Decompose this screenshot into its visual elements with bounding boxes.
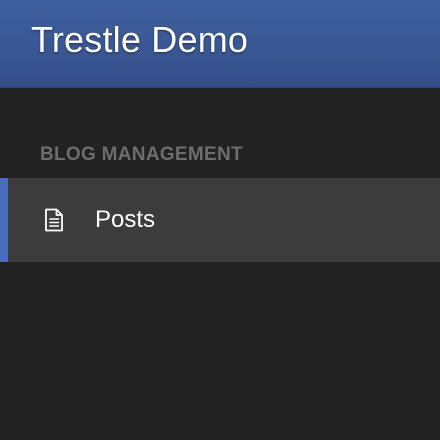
nav-section-title: BLOG MANAGEMENT (40, 144, 243, 165)
nav-item-posts[interactable]: Posts (0, 178, 440, 262)
app-header: Trestle Demo (0, 0, 440, 88)
active-nav-indicator (0, 178, 8, 262)
sidebar-navigation: BLOG MANAGEMENT Posts (0, 88, 440, 440)
admin-app: Trestle Demo BLOG MANAGEMENT Posts (0, 0, 440, 440)
app-title-link[interactable]: Trestle Demo (31, 18, 248, 62)
nav-item-label: Posts (95, 206, 156, 233)
document-icon (45, 208, 63, 232)
